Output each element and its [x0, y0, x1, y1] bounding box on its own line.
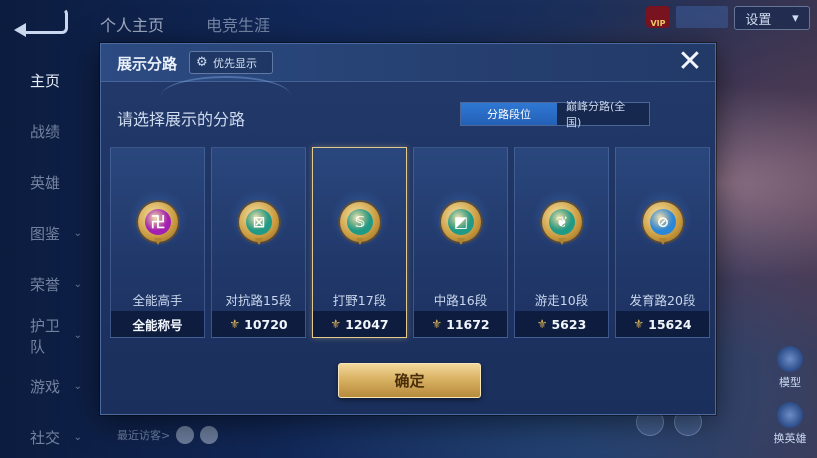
- route-mode-toggle: 分路段位 巅峰分路(全国): [460, 100, 650, 129]
- tab-personal-home[interactable]: 个人主页: [100, 12, 164, 36]
- dialog-title: 展示分路: [117, 55, 178, 73]
- route-display-dialog: 展示分路 ⚙ 优先显示 ✕ 请选择展示的分路 分路段位 巅峰分路(全国) 卍 全…: [100, 43, 716, 415]
- all-round-badge-icon: 卍: [138, 202, 178, 245]
- chevron-down-icon: ⌄: [73, 381, 82, 392]
- route-score: 15624: [648, 316, 692, 332]
- nav-label: 英雄: [30, 174, 61, 192]
- route-card-farm-lane[interactable]: ⊘ 发育路20段 ⚜ 15624: [615, 147, 710, 338]
- route-name: 对抗路15段: [225, 293, 292, 308]
- switch-hero-icon: [777, 402, 803, 428]
- vip-badge: VIP: [646, 6, 670, 28]
- badge-emblem: ◩: [448, 209, 474, 235]
- badge-emblem: 𝕊: [347, 209, 373, 235]
- close-button[interactable]: ✕: [676, 47, 704, 77]
- nav-label: 游戏: [30, 378, 61, 396]
- chevron-down-icon: ⌄: [73, 228, 82, 239]
- recent-visitors[interactable]: 最近访客>: [117, 426, 219, 444]
- switch-hero-button[interactable]: 换英雄: [768, 402, 812, 446]
- settings-label: 设置: [745, 12, 772, 28]
- badge-emblem: ❦: [549, 209, 575, 235]
- nav-item-heroes[interactable]: 英雄: [0, 157, 92, 208]
- route-card-clash-lane[interactable]: ⊠ 对抗路15段 ⚜ 10720: [211, 147, 306, 338]
- route-footer: ⚜ 15624: [616, 311, 709, 337]
- route-footer: ⚜ 5623: [515, 311, 608, 337]
- priority-display-label: 优先显示: [213, 56, 257, 70]
- nav-label: 图鉴: [30, 225, 61, 243]
- wings-icon: ⚜: [431, 317, 443, 331]
- route-card-all-round[interactable]: 卍 全能高手 全能称号: [110, 147, 205, 338]
- nav-label: 战绩: [30, 123, 61, 141]
- confirm-button[interactable]: 确定: [338, 363, 481, 398]
- mid-lane-badge-icon: ◩: [441, 202, 481, 245]
- nav-label: 主页: [30, 72, 61, 90]
- route-name: 游走10段: [534, 293, 589, 308]
- wings-icon: ⚜: [536, 317, 548, 331]
- model-label: 模型: [779, 376, 801, 389]
- priority-display-button[interactable]: ⚙ 优先显示: [189, 51, 273, 74]
- nav-item-honor[interactable]: 荣誉 ⌄: [0, 259, 92, 310]
- route-card-mid-lane[interactable]: ◩ 中路16段 ⚜ 11672: [413, 147, 508, 338]
- route-card-list: 卍 全能高手 全能称号 ⊠ 对抗路15段 ⚜ 10720 𝕊 打野17段 ⚜ 1…: [110, 147, 710, 338]
- roam-badge-icon: ❦: [542, 202, 582, 245]
- model-button[interactable]: 模型: [768, 346, 812, 390]
- route-name: 中路16段: [433, 293, 488, 308]
- chevron-down-icon: ⌄: [73, 330, 82, 341]
- clash-lane-badge-icon: ⊠: [239, 202, 279, 245]
- badge-emblem: 卍: [145, 209, 171, 235]
- route-score: 5623: [551, 316, 587, 332]
- tab-route-rank[interactable]: 分路段位: [461, 103, 557, 125]
- model-icon: [777, 346, 803, 372]
- route-card-jungle[interactable]: 𝕊 打野17段 ⚜ 12047: [312, 147, 407, 338]
- badge-emblem: ⊘: [650, 209, 676, 235]
- nav-item-games[interactable]: 游戏 ⌄: [0, 361, 92, 412]
- chevron-down-icon: ⌄: [73, 432, 82, 443]
- wings-icon: ⚜: [229, 317, 241, 331]
- chevron-down-icon: ⌄: [73, 279, 82, 290]
- route-name: 全能高手: [132, 293, 183, 308]
- profile-top-tabs: 个人主页 电竞生涯: [100, 12, 270, 36]
- nav-label: 护卫队: [30, 316, 61, 356]
- wings-icon: ⚜: [633, 317, 645, 331]
- recent-visitors-label: 最近访客>: [117, 429, 171, 442]
- nav-label: 荣誉: [30, 276, 61, 294]
- wings-icon: ⚜: [330, 317, 342, 331]
- route-card-roam[interactable]: ❦ 游走10段 ⚜ 5623: [514, 147, 609, 338]
- currency-display: [676, 6, 728, 28]
- switch-hero-label: 换英雄: [773, 432, 807, 445]
- tab-peak-route-national[interactable]: 巅峰分路(全国): [557, 100, 649, 129]
- badge-emblem: ⊠: [246, 209, 272, 235]
- nav-item-guard-team[interactable]: 护卫队 ⌄: [0, 310, 92, 361]
- route-title-label: 全能称号: [132, 317, 183, 333]
- jungle-badge-icon: 𝕊: [340, 202, 380, 245]
- route-score: 10720: [244, 316, 288, 332]
- nav-item-collection[interactable]: 图鉴 ⌄: [0, 208, 92, 259]
- route-score: 12047: [345, 316, 389, 332]
- gear-icon: ⚙: [196, 55, 208, 70]
- route-score: 11672: [446, 316, 490, 332]
- avatar: [176, 426, 195, 444]
- nav-item-home[interactable]: 主页: [0, 55, 92, 106]
- nav-item-social[interactable]: 社交 ⌄: [0, 412, 92, 458]
- nav-item-records[interactable]: 战绩: [0, 106, 92, 157]
- chevron-down-icon: ▾: [792, 10, 799, 26]
- back-arrow-icon[interactable]: [14, 8, 68, 37]
- left-navigation: 主页 战绩 英雄 图鉴 ⌄ 荣誉 ⌄ 护卫队 ⌄ 游戏 ⌄ 社交 ⌄: [0, 55, 92, 458]
- farm-lane-badge-icon: ⊘: [643, 202, 683, 245]
- route-footer: 全能称号: [111, 311, 204, 337]
- route-name: 打野17段: [332, 293, 387, 308]
- route-footer: ⚜ 11672: [414, 311, 507, 337]
- tab-esports-career[interactable]: 电竞生涯: [206, 12, 270, 36]
- settings-button[interactable]: 设置 ▾: [734, 6, 810, 30]
- selection-prompt: 请选择展示的分路: [117, 110, 246, 129]
- avatar: [200, 426, 219, 444]
- route-footer: ⚜ 10720: [212, 311, 305, 337]
- route-name: 发育路20段: [629, 293, 696, 308]
- nav-label: 社交: [30, 429, 61, 447]
- route-footer: ⚜ 12047: [313, 311, 406, 337]
